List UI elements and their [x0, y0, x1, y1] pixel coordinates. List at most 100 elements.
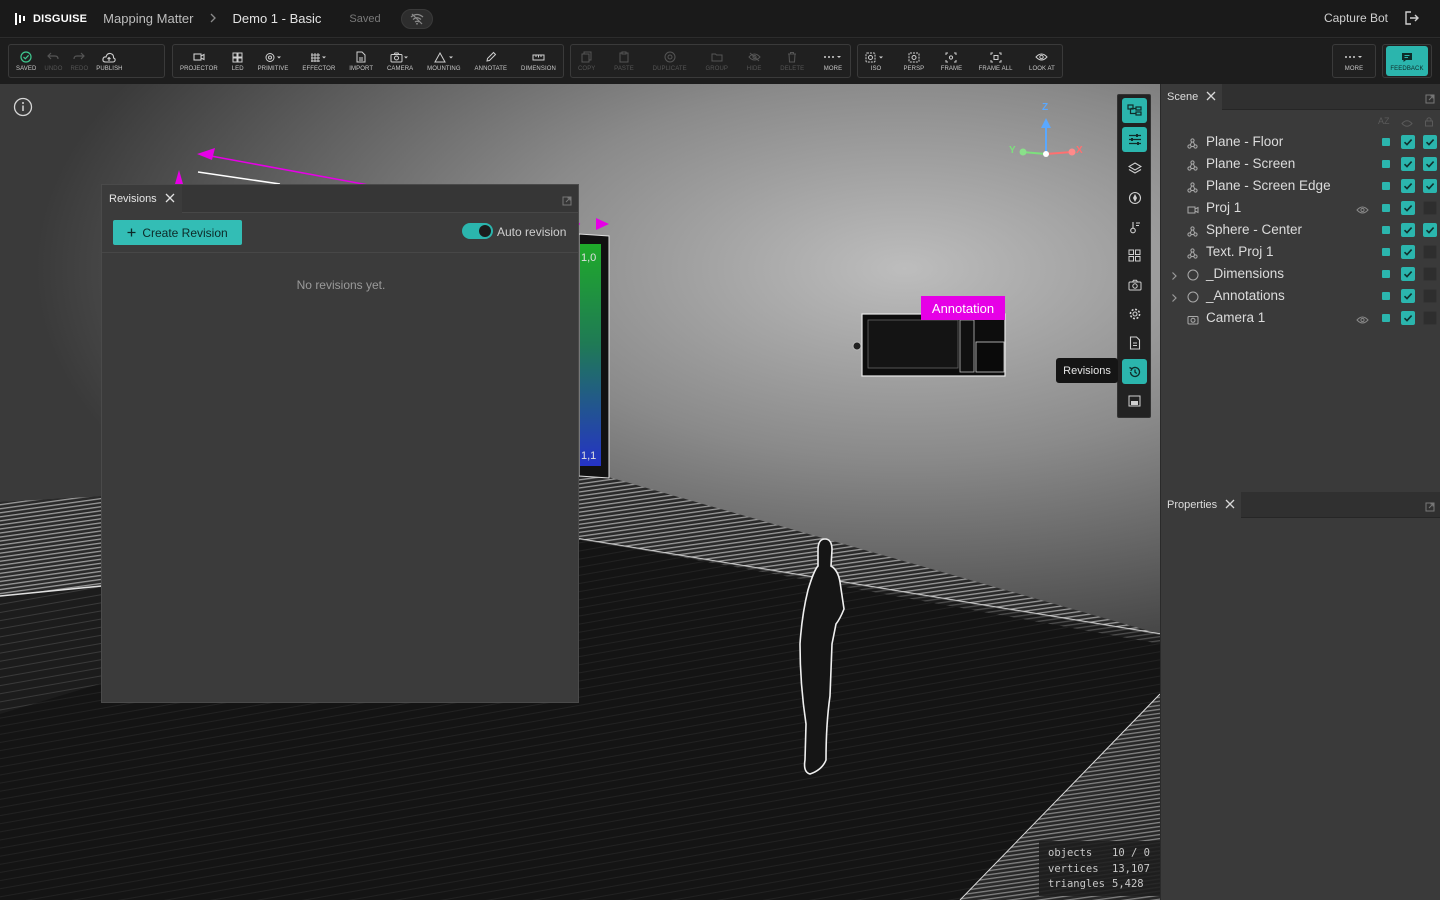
connection-status-button[interactable]	[400, 8, 433, 29]
image-toggle[interactable]	[1122, 388, 1147, 413]
visibility-checkbox[interactable]	[1401, 157, 1415, 171]
annotate-button[interactable]: ANNOTATE	[471, 46, 512, 76]
close-icon[interactable]	[165, 193, 175, 206]
scene-item[interactable]: _Annotations	[1161, 285, 1440, 307]
import-button[interactable]: IMPORT	[345, 46, 377, 76]
breadcrumb-project[interactable]: Mapping Matter	[103, 11, 193, 26]
dimension-button[interactable]: DIMENSION	[517, 46, 560, 76]
more-edit-button[interactable]: MORE	[819, 46, 847, 76]
feedback-button[interactable]: FEEDBACK	[1386, 46, 1428, 76]
lock-checkbox[interactable]	[1423, 201, 1437, 215]
look-at-button[interactable]: LOOK AT	[1025, 46, 1059, 76]
visibility-checkbox[interactable]	[1401, 135, 1415, 149]
popout-icon[interactable]	[1425, 499, 1435, 517]
color-swatch[interactable]	[1382, 292, 1390, 300]
effector-button[interactable]: EFFECTOR	[298, 46, 339, 76]
color-swatch[interactable]	[1382, 314, 1390, 322]
properties-toggle[interactable]	[1122, 127, 1147, 152]
scene-tab[interactable]: Scene	[1161, 84, 1223, 110]
color-swatch[interactable]	[1382, 160, 1390, 168]
visibility-checkbox[interactable]	[1401, 267, 1415, 281]
eye-icon[interactable]	[1356, 312, 1369, 330]
scene-item[interactable]: _Dimensions	[1161, 263, 1440, 285]
annotation-label[interactable]: Annotation	[921, 296, 1005, 320]
visibility-checkbox[interactable]	[1401, 201, 1415, 215]
logout-icon[interactable]	[1404, 10, 1420, 31]
led-button[interactable]: LED	[228, 46, 248, 76]
scene-item[interactable]: Plane - Floor	[1161, 131, 1440, 153]
properties-tab[interactable]: Properties	[1161, 492, 1242, 518]
lighting-toggle[interactable]	[1122, 214, 1147, 239]
persp-button[interactable]: PERSP	[899, 46, 928, 76]
scene-item[interactable]: Plane - Screen Edge	[1161, 175, 1440, 197]
info-icon[interactable]	[13, 97, 33, 122]
surface-toggle[interactable]	[1122, 185, 1147, 210]
brand-logo[interactable]: DISGUISE	[15, 12, 87, 25]
publish-button[interactable]: PUBLISH	[92, 46, 126, 76]
lock-checkbox[interactable]	[1423, 135, 1437, 149]
lock-checkbox[interactable]	[1423, 179, 1437, 193]
paste-button[interactable]: PASTE	[610, 46, 638, 76]
color-swatch[interactable]	[1382, 182, 1390, 190]
grid-toggle[interactable]	[1122, 243, 1147, 268]
layers-toggle[interactable]	[1122, 156, 1147, 181]
close-icon[interactable]	[1206, 91, 1216, 104]
color-swatch[interactable]	[1382, 270, 1390, 278]
lock-checkbox[interactable]	[1423, 289, 1437, 303]
projector-button[interactable]: PROJECTOR	[176, 46, 222, 76]
iso-button[interactable]: ISO	[861, 46, 891, 76]
close-icon[interactable]	[1225, 499, 1235, 512]
duplicate-icon	[664, 51, 676, 64]
delete-button[interactable]: DELETE	[776, 46, 808, 76]
expand-chevron-icon[interactable]	[1171, 290, 1178, 308]
lock-checkbox[interactable]	[1423, 157, 1437, 171]
frame-button[interactable]: FRAME	[937, 46, 967, 76]
scene-item[interactable]: Camera 1	[1161, 307, 1440, 329]
hide-button[interactable]: HIDE	[743, 46, 766, 76]
primitive-button[interactable]: PRIMITIVE	[254, 46, 293, 76]
revisions-toggle[interactable]	[1122, 359, 1147, 384]
copy-button[interactable]: COPY	[574, 46, 599, 76]
group-button[interactable]: GROUP	[702, 46, 733, 76]
mounting-button[interactable]: MOUNTING	[423, 46, 464, 76]
breadcrumb-document[interactable]: Demo 1 - Basic	[233, 11, 322, 26]
scene-item[interactable]: Text. Proj 1	[1161, 241, 1440, 263]
redo-button[interactable]: REDO	[66, 46, 92, 76]
lock-checkbox[interactable]	[1423, 311, 1437, 325]
duplicate-button[interactable]: DUPLICATE	[649, 46, 691, 76]
scene-item[interactable]: Sphere - Center	[1161, 219, 1440, 241]
scene-item[interactable]: Proj 1	[1161, 197, 1440, 219]
lock-checkbox[interactable]	[1423, 267, 1437, 281]
color-swatch[interactable]	[1382, 138, 1390, 146]
visibility-checkbox[interactable]	[1401, 311, 1415, 325]
camera-button[interactable]: CAMERA	[383, 46, 417, 76]
settings-toggle[interactable]	[1122, 301, 1147, 326]
document-toggle[interactable]	[1122, 330, 1147, 355]
visibility-checkbox[interactable]	[1401, 245, 1415, 259]
visibility-checkbox[interactable]	[1401, 223, 1415, 237]
scene-tree-toggle[interactable]	[1122, 98, 1147, 123]
visibility-checkbox[interactable]	[1401, 289, 1415, 303]
popout-icon[interactable]	[1425, 91, 1435, 109]
color-swatch[interactable]	[1382, 248, 1390, 256]
sort-az-button[interactable]: AZ	[1378, 116, 1390, 126]
color-swatch[interactable]	[1382, 204, 1390, 212]
frame-all-button[interactable]: FRAME ALL	[975, 46, 1017, 76]
saved-button[interactable]: SAVED	[12, 46, 40, 76]
color-swatch[interactable]	[1382, 226, 1390, 234]
save-status: Saved	[349, 12, 381, 25]
eye-icon[interactable]	[1356, 202, 1369, 220]
undo-button[interactable]: UNDO	[40, 46, 66, 76]
user-name[interactable]: Capture Bot	[1324, 11, 1388, 25]
lock-checkbox[interactable]	[1423, 245, 1437, 259]
cameras-toggle[interactable]	[1122, 272, 1147, 297]
more-button[interactable]: MORE	[1340, 46, 1368, 76]
revisions-tab[interactable]: Revisions	[102, 185, 182, 213]
lock-checkbox[interactable]	[1423, 223, 1437, 237]
expand-chevron-icon[interactable]	[1171, 268, 1178, 286]
create-revision-button[interactable]: Create Revision	[113, 220, 242, 245]
auto-revision-toggle[interactable]	[462, 223, 493, 239]
popout-icon[interactable]	[562, 193, 572, 211]
scene-item[interactable]: Plane - Screen	[1161, 153, 1440, 175]
visibility-checkbox[interactable]	[1401, 179, 1415, 193]
